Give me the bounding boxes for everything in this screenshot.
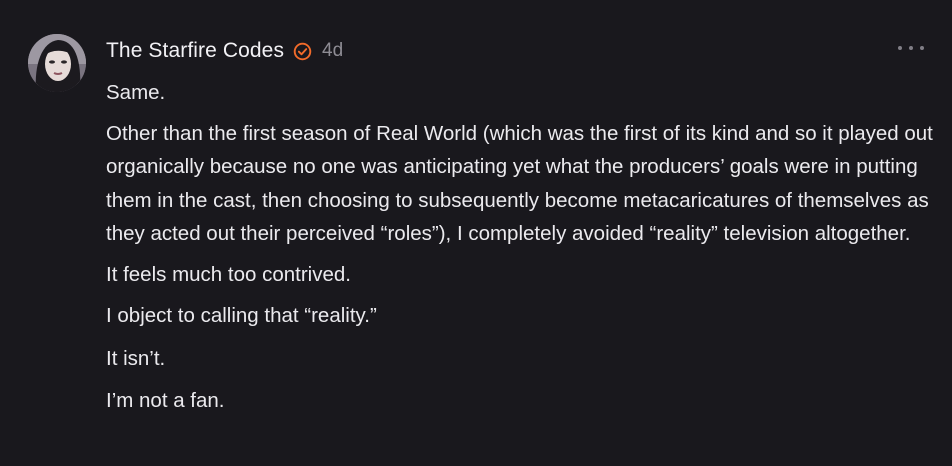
dot: [898, 46, 902, 50]
comment-body: Same. Other than the first season of Rea…: [106, 76, 936, 418]
verified-badge-icon: [293, 42, 312, 60]
dot: [920, 46, 924, 50]
comment: The Starfire Codes 4d Same. Other than t…: [0, 0, 952, 466]
paragraph: I’m not a fan.: [106, 389, 225, 412]
paragraph: Other than the first season of Real Worl…: [106, 121, 933, 246]
comment-header: The Starfire Codes 4d: [106, 37, 343, 65]
author-name[interactable]: The Starfire Codes: [106, 39, 284, 63]
paragraph: Same.: [106, 81, 166, 104]
paragraph: It feels much too contrived.: [106, 262, 351, 286]
paragraph: It isn’t.: [106, 346, 166, 370]
dot: [909, 46, 913, 50]
paragraph: I object to calling that “reality.”: [106, 304, 377, 327]
timestamp: 4d: [322, 40, 344, 61]
avatar-image: [28, 34, 86, 92]
avatar[interactable]: [28, 34, 86, 92]
more-options-icon[interactable]: [898, 40, 924, 56]
